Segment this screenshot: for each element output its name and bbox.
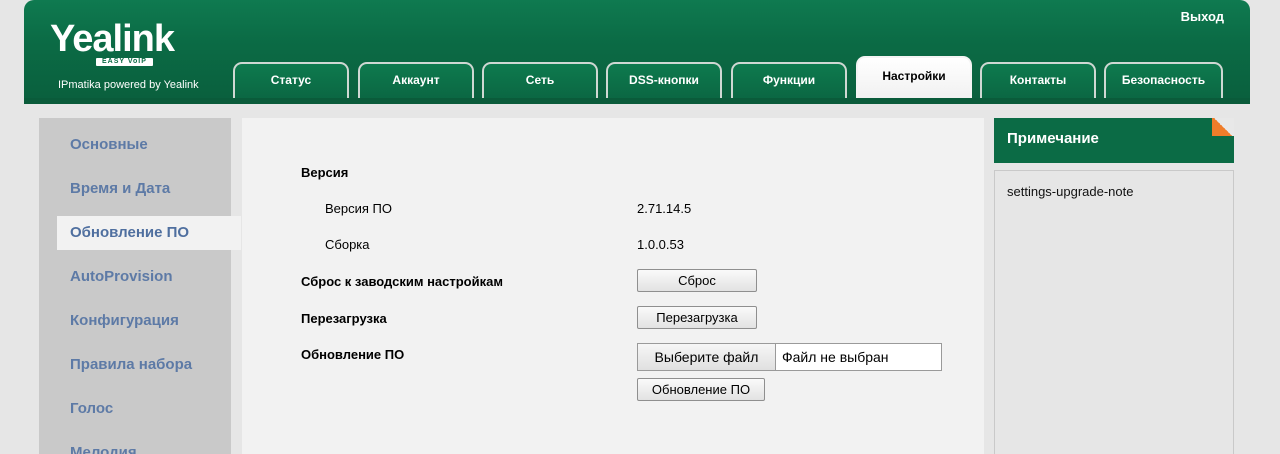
sidebar-item-basic[interactable]: Основные: [39, 128, 231, 162]
sidebar-item-time-date[interactable]: Время и Дата: [39, 172, 231, 206]
logout-link[interactable]: Выход: [1181, 9, 1224, 24]
tab-features[interactable]: Функции: [731, 62, 847, 104]
sidebar-item-voice[interactable]: Голос: [39, 392, 231, 426]
build-label: Сборка: [325, 237, 370, 252]
logo-tagline: IPmatika powered by Yealink: [58, 79, 199, 91]
choose-file-button[interactable]: Выберите файл: [638, 344, 776, 370]
version-heading: Версия: [301, 165, 349, 180]
reboot-button[interactable]: Перезагрузка: [637, 306, 757, 329]
firmware-upgrade-label: Обновление ПО: [301, 347, 405, 362]
tab-security[interactable]: Безопасность: [1104, 62, 1223, 104]
firmware-version-value: 2.71.14.5: [637, 201, 692, 216]
logo-subtitle: EASY VoIP: [96, 58, 153, 66]
tab-contacts[interactable]: Контакты: [980, 62, 1096, 104]
sidebar-item-ring[interactable]: Мелодия: [39, 436, 231, 454]
factory-reset-button[interactable]: Сброс: [637, 269, 757, 292]
sidebar-item-dial-plan[interactable]: Правила набора: [39, 348, 231, 382]
upgrade-button[interactable]: Обновление ПО: [637, 378, 765, 401]
yealink-logo: Yealink: [50, 18, 175, 60]
sidebar-item-autoprovision[interactable]: AutoProvision: [39, 260, 231, 294]
note-title: Примечание: [1007, 130, 1099, 147]
firmware-file-input[interactable]: Выберите файл Файл не выбран: [637, 343, 942, 371]
note-header: Примечание: [994, 118, 1234, 163]
tab-settings[interactable]: Настройки: [856, 56, 972, 104]
upgrade-panel: Версия Версия ПО 2.71.14.5 Сборка 1.0.0.…: [242, 118, 984, 454]
tab-account[interactable]: Аккаунт: [358, 62, 474, 104]
build-value: 1.0.0.53: [637, 237, 684, 252]
sidebar-item-configuration[interactable]: Конфигурация: [39, 304, 231, 338]
no-file-chosen-text: Файл не выбран: [782, 349, 889, 365]
tab-dss-keys[interactable]: DSS-кнопки: [606, 62, 722, 104]
note-body: settings-upgrade-note: [994, 170, 1234, 454]
tab-network[interactable]: Сеть: [482, 62, 598, 104]
factory-reset-label: Сброс к заводским настройкам: [301, 274, 503, 289]
reboot-label: Перезагрузка: [301, 311, 387, 326]
note-corner-icon: [1212, 118, 1234, 136]
sidebar-item-upgrade[interactable]: Обновление ПО: [57, 216, 241, 250]
top-header: Yealink EASY VoIP IPmatika powered by Ye…: [24, 0, 1250, 104]
tab-status[interactable]: Статус: [233, 62, 349, 104]
firmware-version-label: Версия ПО: [325, 201, 392, 216]
